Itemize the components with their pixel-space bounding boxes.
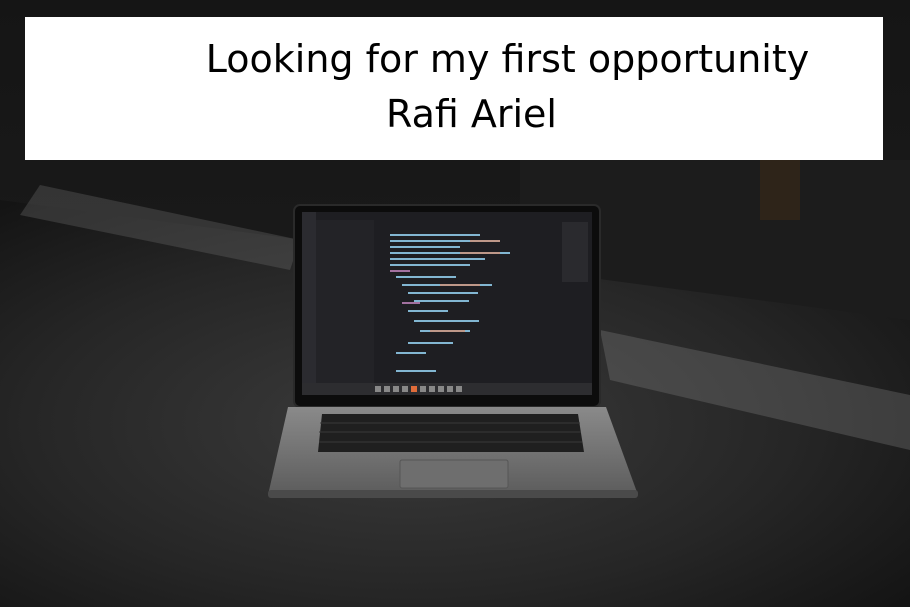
title-banner: Looking for my first opportunity Rafi Ar…: [25, 17, 883, 160]
laptop-base: [268, 407, 638, 498]
headline: Looking for my first opportunity: [205, 37, 810, 81]
laptop-screen: [293, 204, 601, 408]
author-name: Rafi Ariel: [386, 92, 557, 136]
